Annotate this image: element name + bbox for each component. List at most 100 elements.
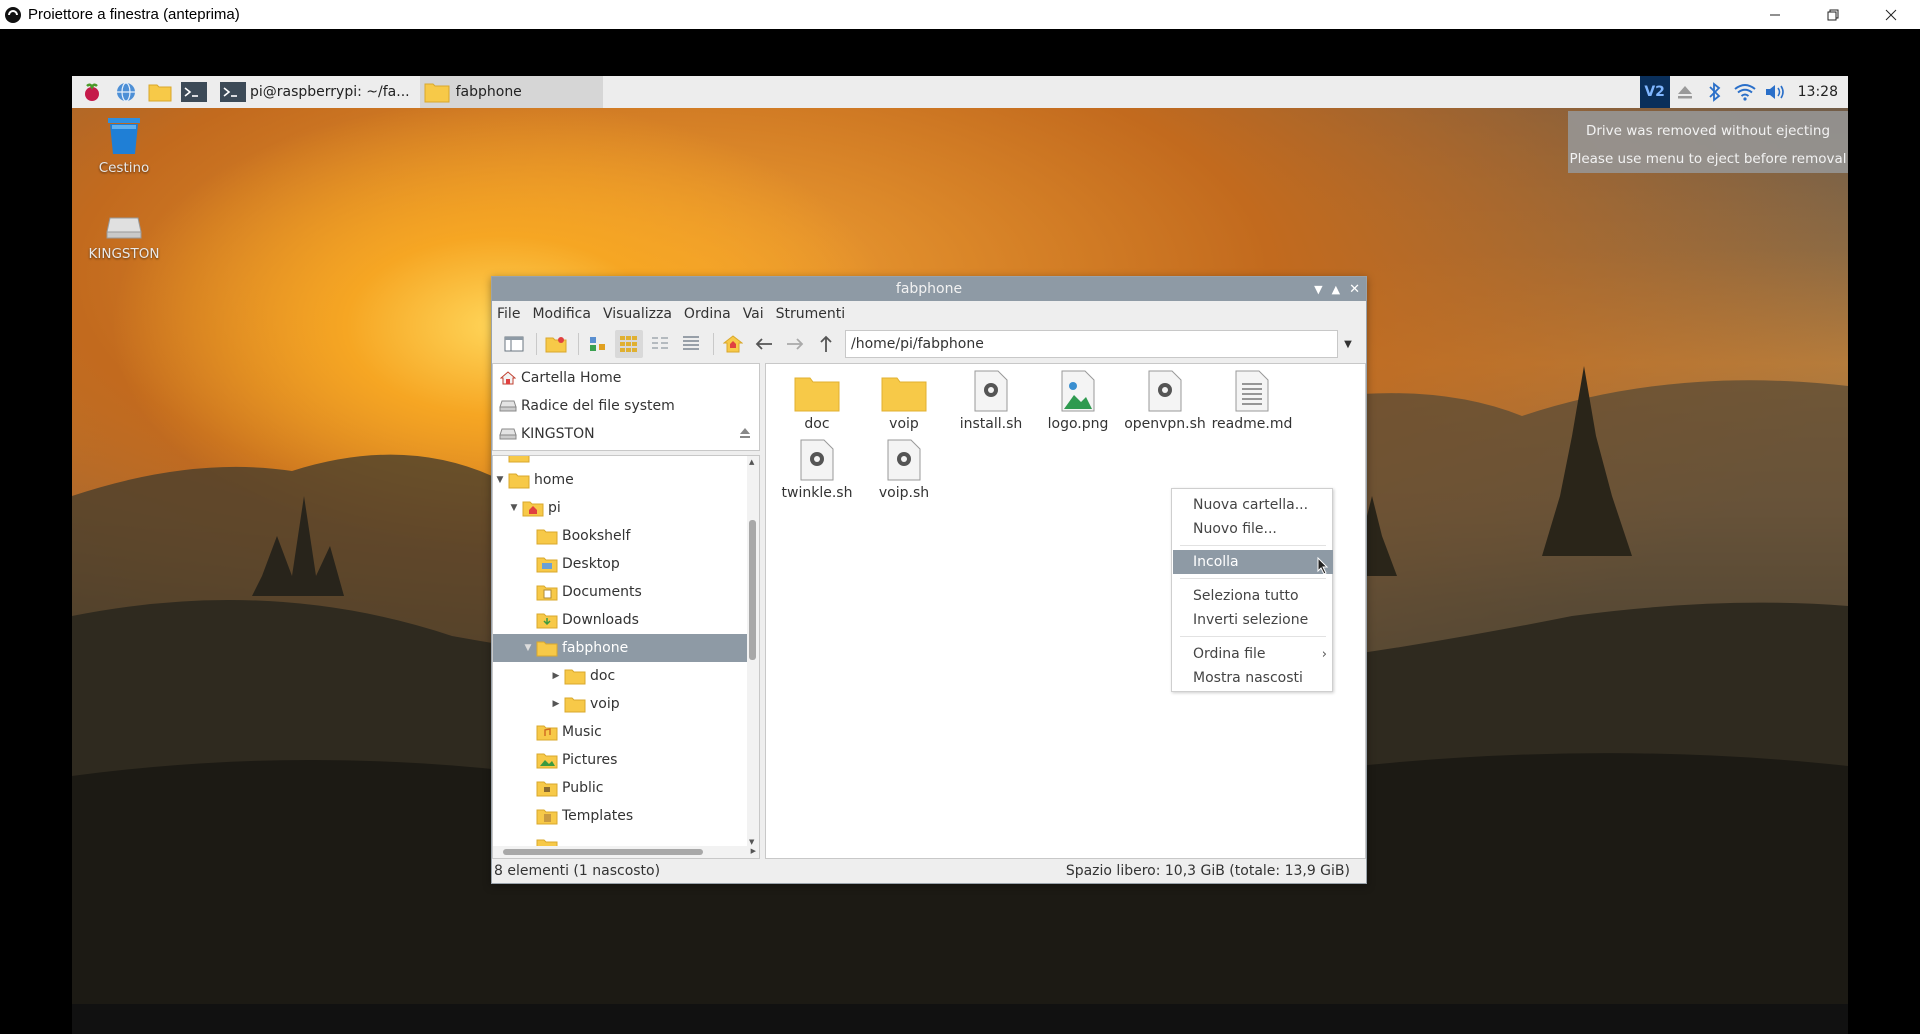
bluetooth-icon[interactable]: [1700, 76, 1730, 108]
menu-item-invert-selection[interactable]: Inverti selezione: [1173, 608, 1333, 632]
menu-item-sort-files[interactable]: Ordina file ›: [1173, 642, 1333, 666]
scrollbar-thumb[interactable]: [749, 520, 756, 660]
tree-node-doc[interactable]: ▶ doc: [549, 662, 748, 690]
eject-icon[interactable]: [739, 427, 751, 443]
tree-node-pi[interactable]: ▼ pi: [507, 494, 748, 522]
path-input[interactable]: /home/pi/fabphone: [845, 330, 1338, 358]
menu-visualizza[interactable]: Visualizza: [603, 306, 672, 322]
icon-view-button[interactable]: [584, 330, 612, 358]
maximize-icon[interactable]: ▲: [1332, 283, 1340, 296]
clock[interactable]: 13:28: [1790, 84, 1848, 100]
vnc-icon[interactable]: V2: [1639, 76, 1670, 108]
file-manager-icon[interactable]: [146, 78, 174, 106]
tree-node-templates[interactable]: Templates: [535, 802, 748, 830]
tree-label: Music: [562, 724, 602, 740]
file-item-voip[interactable]: voip: [862, 368, 946, 432]
wifi-icon[interactable]: [1730, 76, 1760, 108]
collapse-arrow-icon[interactable]: ▼: [521, 643, 535, 653]
thumbnail-view-button[interactable]: [615, 330, 643, 358]
file-name: voip.sh: [878, 485, 930, 501]
tree-node-documents[interactable]: Documents: [535, 578, 748, 606]
desktop-icon-trash[interactable]: Cestino: [79, 114, 169, 176]
tree-node-desktop[interactable]: Desktop: [535, 550, 748, 578]
tree-node-pictures[interactable]: Pictures: [535, 746, 748, 774]
folder-icon: [794, 377, 840, 412]
desktop-icon-kingston[interactable]: KINGSTON: [79, 208, 169, 262]
expand-arrow-icon[interactable]: ▼: [507, 503, 521, 513]
menu-file[interactable]: File: [497, 306, 520, 322]
raspberry-menu-icon[interactable]: [78, 78, 106, 106]
directory-tree[interactable]: ▼ home ▼ pi Bookshelf Desktop Documents …: [492, 455, 760, 859]
eject-icon[interactable]: [1670, 76, 1700, 108]
menu-vai[interactable]: Vai: [743, 306, 764, 322]
file-name: twinkle.sh: [781, 485, 853, 501]
drive-removed-notification[interactable]: Drive was removed without ejecting Pleas…: [1568, 111, 1848, 173]
home-button[interactable]: [719, 330, 747, 358]
path-history-dropdown-icon[interactable]: ▼: [1338, 330, 1358, 358]
place-home[interactable]: Cartella Home: [493, 364, 759, 392]
taskbar-task-fabphone[interactable]: fabphone: [419, 76, 603, 108]
place-label: Radice del file system: [521, 398, 675, 414]
tree-node-home[interactable]: ▼ home: [493, 466, 748, 494]
expand-arrow-icon[interactable]: ▶: [549, 699, 563, 709]
list-view-button[interactable]: [677, 330, 705, 358]
sidepane-toggle-button[interactable]: [500, 330, 528, 358]
menu-strumenti[interactable]: Strumenti: [776, 306, 846, 322]
terminal-icon[interactable]: [180, 78, 208, 106]
compact-view-button[interactable]: [646, 330, 674, 358]
place-kingston[interactable]: KINGSTON: [493, 420, 759, 448]
public-folder-icon: [535, 779, 559, 797]
pictures-folder-icon: [535, 751, 559, 769]
close-button[interactable]: [1862, 0, 1920, 29]
menu-ordina[interactable]: Ordina: [684, 306, 731, 322]
tree-vertical-scrollbar[interactable]: ▲ ▼: [747, 456, 759, 848]
tree-node-bookshelf[interactable]: Bookshelf: [535, 522, 748, 550]
folder-icon: [507, 456, 531, 463]
minimize-button[interactable]: [1746, 0, 1804, 29]
scrollbar-thumb[interactable]: [503, 849, 703, 855]
new-folder-button[interactable]: [542, 330, 570, 358]
tree-node-fabphone[interactable]: ▼ fabphone: [493, 634, 748, 662]
back-arrow-icon[interactable]: [750, 330, 778, 358]
place-root[interactable]: Radice del file system: [493, 392, 759, 420]
tree-node-music[interactable]: Music: [535, 718, 748, 746]
file-item-logo-png[interactable]: logo.png: [1036, 368, 1120, 432]
file-item-doc[interactable]: doc: [775, 368, 859, 432]
tree-horizontal-scrollbar[interactable]: ▶: [493, 846, 759, 858]
file-item-install-sh[interactable]: install.sh: [949, 368, 1033, 432]
file-item-twinkle-sh[interactable]: twinkle.sh: [775, 437, 859, 501]
expand-arrow-icon[interactable]: ▼: [493, 475, 507, 485]
statusbar: 8 elementi (1 nascosto) Spazio libero: 1…: [492, 859, 1366, 883]
menu-item-new-folder[interactable]: Nuova cartella...: [1173, 493, 1333, 517]
volume-icon[interactable]: [1760, 76, 1790, 108]
window-titlebar[interactable]: fabphone ▼ ▲ ✕: [492, 277, 1366, 301]
tree-node-public[interactable]: Public: [535, 774, 748, 802]
up-arrow-icon[interactable]: [812, 330, 840, 358]
tree-node-downloads[interactable]: Downloads: [535, 606, 748, 634]
file-item-openvpn-sh[interactable]: openvpn.sh: [1123, 368, 1207, 432]
projector-app-icon: [5, 6, 21, 23]
close-icon[interactable]: ✕: [1349, 282, 1360, 297]
host-titlebar: Proiettore a finestra (anteprima): [0, 0, 1920, 29]
file-item-voip-sh[interactable]: voip.sh: [862, 437, 946, 501]
file-name: install.sh: [959, 416, 1023, 432]
raspberry-pi-desktop[interactable]: pi@raspberrypi: ~/fa... fabphone V2 13:2…: [72, 76, 1848, 1034]
tree-node-voip[interactable]: ▶ voip: [549, 690, 748, 718]
menu-separator: [1180, 636, 1326, 637]
templates-folder-icon: [535, 807, 559, 825]
file-item-readme-md[interactable]: readme.md: [1210, 368, 1294, 432]
forward-arrow-icon[interactable]: [781, 330, 809, 358]
globe-icon[interactable]: [112, 78, 140, 106]
home-folder-icon: [521, 499, 545, 517]
menu-item-new-file[interactable]: Nuovo file...: [1173, 517, 1333, 541]
menu-item-paste[interactable]: Incolla: [1173, 550, 1333, 574]
taskbar-task-terminal[interactable]: pi@raspberrypi: ~/fa...: [216, 76, 420, 108]
tree-label: Templates: [562, 808, 634, 824]
tree-label: home: [534, 472, 574, 488]
menu-item-show-hidden[interactable]: Mostra nascosti: [1173, 666, 1333, 690]
restore-button[interactable]: [1804, 0, 1862, 29]
expand-arrow-icon[interactable]: ▶: [549, 671, 563, 681]
menu-modifica[interactable]: Modifica: [532, 306, 591, 322]
minimize-icon[interactable]: ▼: [1314, 283, 1322, 296]
menu-item-select-all[interactable]: Seleziona tutto: [1173, 584, 1333, 608]
